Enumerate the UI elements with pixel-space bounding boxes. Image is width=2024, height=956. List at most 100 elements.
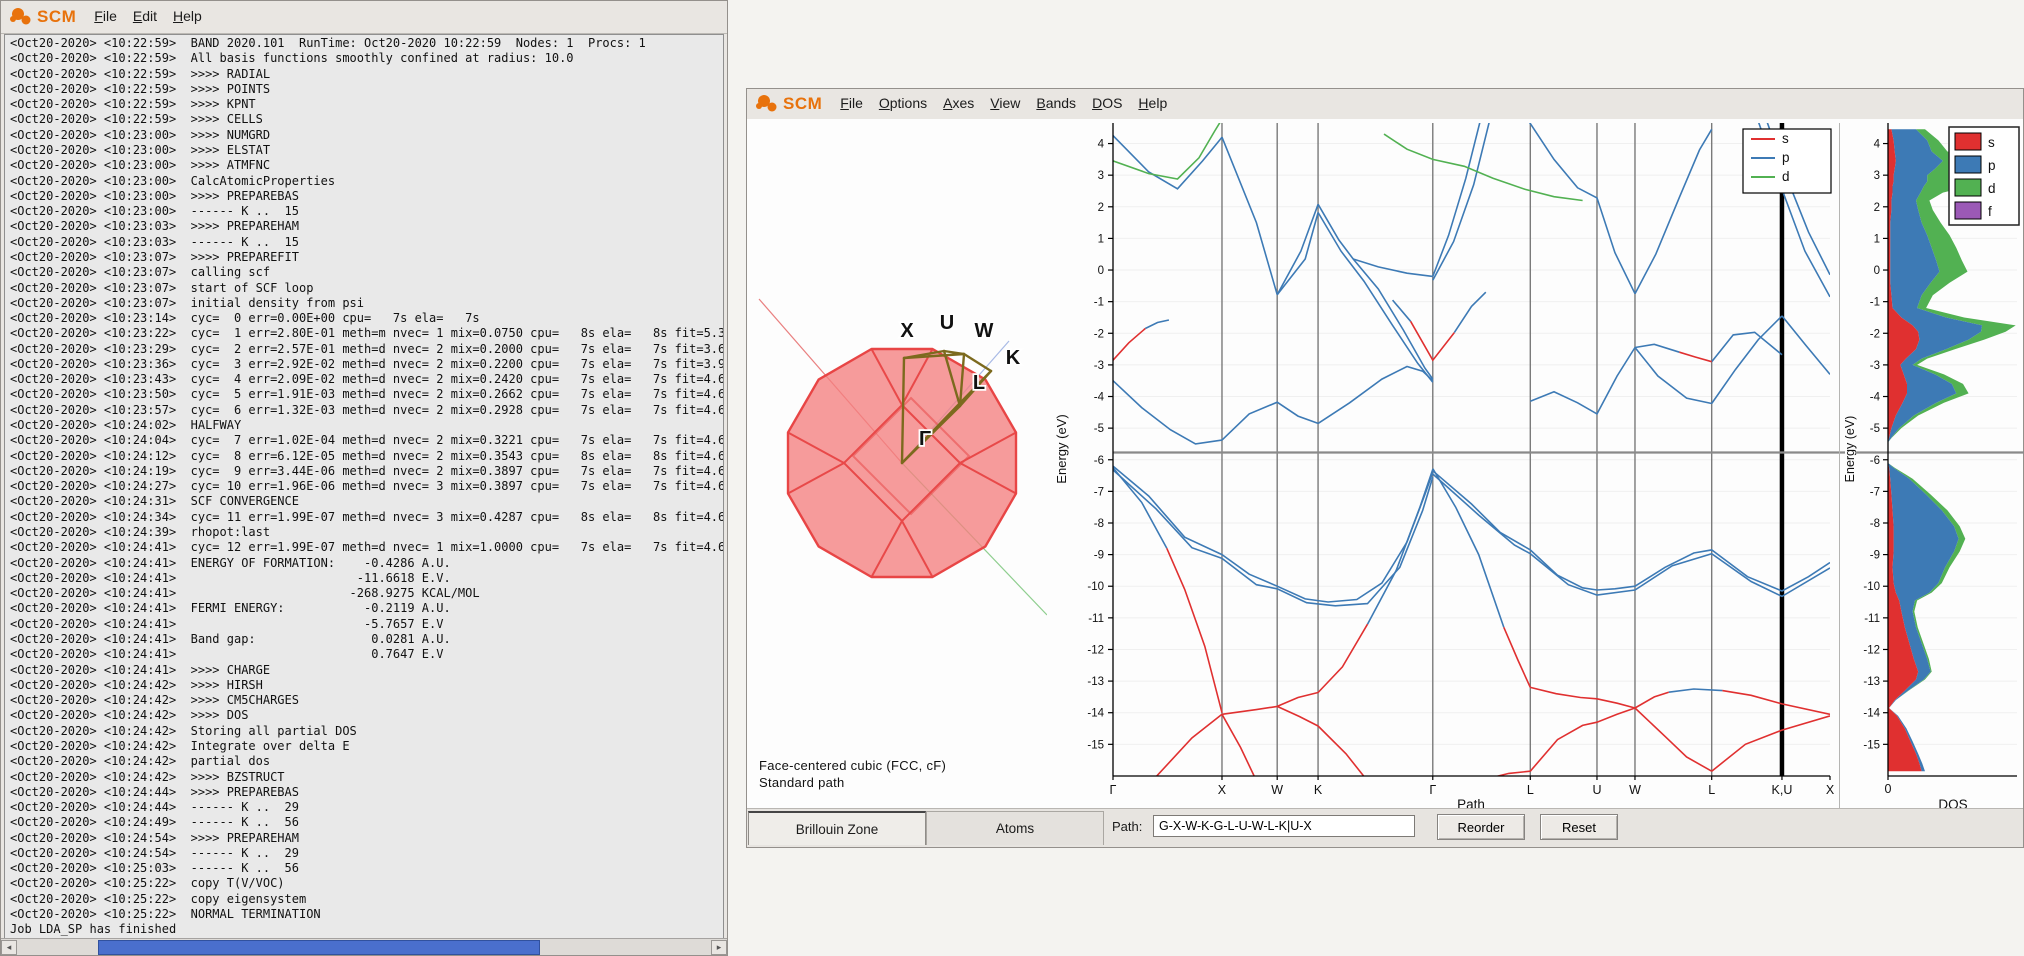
- band-line-s: [1635, 692, 1669, 708]
- band-line-s: [1530, 708, 1635, 771]
- svg-text:-11: -11: [1088, 613, 1104, 625]
- svg-text:U: U: [940, 312, 954, 334]
- svg-text:-13: -13: [1087, 676, 1104, 688]
- svg-text:-2: -2: [1870, 328, 1880, 340]
- svg-text:0: 0: [1874, 265, 1880, 277]
- svg-text:L: L: [973, 372, 985, 394]
- scrollbar-left-arrow-icon[interactable]: ◂: [1, 940, 17, 955]
- band-line-s: [1635, 708, 1712, 771]
- svg-text:-1: -1: [1094, 297, 1104, 309]
- bandstructure-content: X U W K L Γ Face-centered cubic (FCC, cF…: [747, 119, 2023, 809]
- dos-legend-label-f: f: [1988, 204, 1992, 219]
- menu-item-options[interactable]: Options: [879, 95, 927, 111]
- band-line-p: [1222, 402, 1318, 440]
- svg-text:-15: -15: [1087, 739, 1104, 751]
- band-line-p: [1635, 344, 1679, 352]
- dos-legend-label-p: p: [1988, 158, 1996, 173]
- svg-text:-5: -5: [1870, 423, 1880, 435]
- menu-item-axes[interactable]: Axes: [943, 95, 974, 111]
- svg-text:-6: -6: [1094, 455, 1104, 467]
- svg-text:3: 3: [1098, 170, 1104, 182]
- svg-text:0: 0: [1098, 265, 1104, 277]
- svg-text:W: W: [1629, 783, 1641, 797]
- band-line-s: [1318, 726, 1393, 811]
- band-line-p: [1433, 121, 1480, 276]
- svg-text:-4: -4: [1870, 392, 1881, 404]
- menu-item-help[interactable]: Help: [1138, 95, 1167, 111]
- svg-text:1: 1: [1874, 233, 1880, 245]
- band-line-p: [1113, 466, 1222, 554]
- bottom-controls: Brillouin Zone Atoms Path: Reorder Reset: [747, 808, 2023, 847]
- log-window-menu: File Edit Help: [94, 8, 218, 26]
- band-line-p: [1530, 348, 1635, 414]
- band-line-p: [1433, 474, 1830, 596]
- svg-text:W: W: [975, 320, 994, 342]
- band-line-p: [1318, 204, 1433, 379]
- svg-text:4: 4: [1098, 139, 1105, 151]
- reset-button[interactable]: Reset: [1540, 814, 1618, 840]
- scm-logo-text: SCM: [37, 7, 76, 27]
- band-line-p: [1454, 292, 1486, 332]
- svg-text:Γ: Γ: [919, 428, 931, 450]
- bandstructure-window: SCM File Options Axes View Bands DOS Help: [746, 88, 2024, 848]
- log-output[interactable]: <Oct20-2020> <10:22:59> BAND 2020.101 Ru…: [4, 34, 724, 939]
- svg-text:-14: -14: [1863, 708, 1880, 720]
- menu-item-bands[interactable]: Bands: [1036, 95, 1076, 111]
- panel-divider: [1839, 123, 1840, 811]
- svg-text:-11: -11: [1864, 613, 1880, 625]
- dos-plot[interactable]: 43210-1-2-3-4-5-6-7-8-9-10-11-12-13-14-1…: [1845, 119, 2024, 811]
- band-line-s: [1722, 691, 1830, 715]
- svg-text:-15: -15: [1863, 739, 1880, 751]
- bz-path-type: Standard path: [759, 774, 946, 791]
- svg-text:-5: -5: [1094, 423, 1104, 435]
- dos-legend-label-d: d: [1988, 181, 1996, 196]
- tab-brillouin-zone[interactable]: Brillouin Zone: [748, 811, 926, 845]
- path-input[interactable]: [1153, 815, 1415, 837]
- band-line-p: [1782, 316, 1830, 375]
- svg-text:-12: -12: [1087, 644, 1104, 656]
- svg-text:-10: -10: [1863, 581, 1880, 593]
- band-legend-label-p: p: [1782, 150, 1790, 165]
- band-legend-label-d: d: [1782, 169, 1790, 184]
- svg-text:K,U: K,U: [1772, 783, 1793, 797]
- band-line-p: [1635, 348, 1712, 404]
- brillouin-zone-3d-view[interactable]: X U W K L Γ: [747, 119, 1047, 811]
- log-horizontal-scrollbar[interactable]: ◂ ▸: [1, 938, 727, 955]
- band-line-s: [1277, 706, 1318, 726]
- svg-text:-9: -9: [1870, 550, 1880, 562]
- dos-zero-tick: 0: [1885, 782, 1892, 796]
- band-line-s: [1167, 548, 1222, 712]
- log-window: SCM File Edit Help <Oct20-2020> <10:22:59>…: [0, 0, 728, 956]
- scrollbar-thumb[interactable]: [98, 940, 540, 955]
- menu-item-view[interactable]: View: [990, 95, 1020, 111]
- svg-text:X: X: [1218, 783, 1227, 797]
- scm-logo-text: SCM: [783, 94, 822, 114]
- menu-item-dos[interactable]: DOS: [1092, 95, 1122, 111]
- scm-logo-mark-icon: [755, 93, 783, 115]
- band-legend-label-s: s: [1782, 131, 1789, 146]
- svg-text:-9: -9: [1094, 550, 1104, 562]
- svg-text:-14: -14: [1087, 708, 1104, 720]
- menu-item-file[interactable]: File: [840, 95, 863, 111]
- menu-item-help[interactable]: Help: [173, 8, 202, 24]
- tab-atoms[interactable]: Atoms: [926, 811, 1104, 845]
- desktop: SCM File Edit Help <Oct20-2020> <10:22:59>…: [0, 0, 2024, 956]
- band-line-p: [1113, 470, 1222, 559]
- svg-text:-10: -10: [1087, 581, 1104, 593]
- band-line-p: [1712, 332, 1782, 361]
- band-line-p: [1145, 320, 1169, 329]
- band-line-s: [1113, 714, 1222, 811]
- bandstructure-window-menubar: SCM File Options Axes View Bands DOS Help: [747, 89, 2023, 120]
- band-line-p: [1368, 469, 1433, 624]
- band-line-p: [1712, 316, 1782, 404]
- reorder-button[interactable]: Reorder: [1437, 814, 1525, 840]
- menu-item-file[interactable]: File: [94, 8, 117, 24]
- menu-item-edit[interactable]: Edit: [133, 8, 157, 24]
- band-structure-plot[interactable]: 43210-1-2-3-4-5-6-7-8-9-10-11-12-13-14-1…: [1048, 119, 1845, 811]
- svg-text:-8: -8: [1870, 518, 1880, 530]
- dos-yaxis-label: Energy (eV): [1845, 416, 1857, 483]
- svg-text:K: K: [1314, 783, 1323, 797]
- scrollbar-right-arrow-icon[interactable]: ▸: [711, 940, 727, 955]
- band-line-s: [1318, 624, 1367, 692]
- band-line-s: [1277, 693, 1318, 707]
